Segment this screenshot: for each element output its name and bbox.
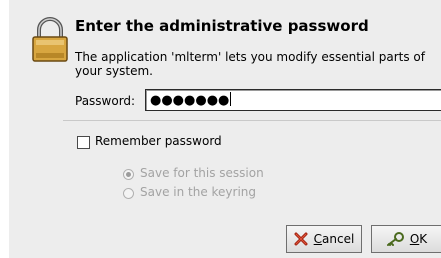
save-session-radio[interactable] — [123, 169, 134, 180]
save-keyring-label[interactable]: Save in the keyring — [140, 185, 256, 199]
cancel-button[interactable]: Cancel — [286, 225, 362, 253]
save-keyring-radio[interactable] — [123, 188, 134, 199]
remember-password-checkbox[interactable] — [77, 136, 90, 149]
ok-button-label: OK — [409, 232, 428, 246]
authentication-dialog: Enter the administrative password The ap… — [9, 0, 441, 258]
dialog-title: Enter the administrative password — [75, 17, 369, 35]
ok-button[interactable]: OK — [371, 225, 441, 253]
cancel-x-icon — [294, 232, 308, 246]
password-label: Password: — [75, 94, 136, 108]
save-session-label[interactable]: Save for this session — [140, 166, 264, 180]
password-masked-value: ●●●●●●● — [150, 92, 232, 108]
padlock-icon — [32, 17, 68, 62]
divider — [63, 120, 441, 121]
cancel-button-label: Cancel — [313, 232, 355, 246]
dialog-message: The application 'mlterm' lets you modify… — [75, 50, 425, 78]
key-icon — [386, 232, 404, 246]
remember-password-label[interactable]: Remember password — [95, 134, 222, 148]
password-field[interactable]: ●●●●●●● — [145, 89, 441, 111]
